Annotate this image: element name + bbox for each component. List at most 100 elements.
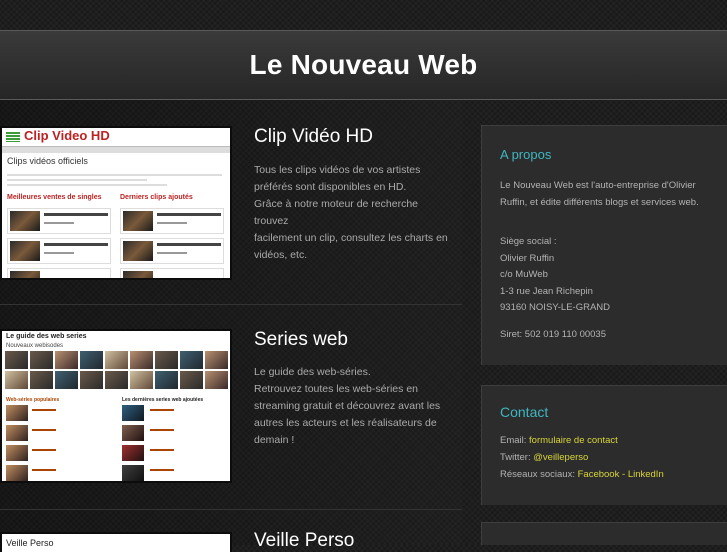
video-thumb-image (10, 241, 40, 261)
series-thumb-image (122, 465, 144, 481)
desc-line: demain ! (254, 434, 295, 446)
thumb-text-line (150, 449, 174, 451)
desc-line: autres les acteurs et les réalisateurs d… (254, 417, 437, 429)
desc-line: préférés sont disponibles en HD. (254, 181, 407, 193)
thumb-text-line (32, 409, 56, 411)
twitter-link[interactable]: @veilleperso (533, 452, 588, 463)
about-title: A propos (500, 147, 552, 162)
thumb-text-line (150, 429, 174, 431)
thumb-text-line (44, 222, 74, 224)
desc-line: Grâce à notre moteur de recherche trouve… (254, 198, 419, 227)
thumb-list-item (120, 208, 224, 234)
thumb-text-line (157, 213, 221, 216)
social-separator: - (619, 469, 628, 480)
video-thumb-image (123, 271, 153, 278)
social-label: Réseaux sociaux: (500, 469, 578, 480)
about-widget: A propos Le Nouveau Web est l'auto-entre… (481, 125, 727, 365)
thumb-col-heading: Derniers clips ajoutés (120, 194, 193, 201)
about-address: Siège social : Olivier Ruffin c/o MuWeb … (500, 234, 714, 317)
contact-title: Contact (500, 404, 549, 420)
thumb-list-item (7, 238, 111, 264)
post-title[interactable]: Clip Vidéo HD (254, 126, 373, 148)
address-line: 1-3 rue Jean Richepin (500, 285, 593, 297)
post-series-web: Le guide des web series Nouveaux webisod… (0, 305, 462, 510)
video-thumb-image (123, 241, 153, 261)
thumb-title: Le guide des web series (6, 333, 87, 340)
desc-line: facilement un clip, consultez les charts… (254, 232, 448, 244)
post-thumbnail[interactable]: Veille Perso (0, 532, 232, 552)
thumb-text-line (44, 213, 108, 216)
video-thumb-image (10, 271, 40, 278)
desc-line: Tous les clips vidéos de vos artistes (254, 164, 421, 176)
thumb-subtitle: Nouveaux webisodes (6, 343, 64, 349)
thumb-title: Veille Perso (6, 538, 54, 548)
post-veille-perso: Veille Perso Veille Perso (0, 510, 462, 552)
posts-column: Clip Video HD Clips vidéos officiels Mei… (0, 100, 462, 552)
thumb-image-grid (5, 351, 229, 389)
linkedin-link[interactable]: LinkedIn (628, 469, 664, 480)
series-thumb-image (122, 425, 144, 441)
thumb-col-heading: Meilleures ventes de singles (7, 194, 102, 201)
site-header: Le Nouveau Web (0, 30, 727, 100)
post-title[interactable]: Veille Perso (254, 530, 354, 552)
thumb-nav-bar (2, 146, 230, 153)
contact-widget: Contact Email: formulaire de contact Twi… (481, 385, 727, 505)
series-thumb-image (122, 445, 144, 461)
site-title[interactable]: Le Nouveau Web (0, 49, 727, 81)
series-thumb-image (6, 465, 28, 481)
thumb-list-item (7, 208, 111, 234)
video-thumb-image (10, 211, 40, 231)
desc-line: vidéos, etc. (254, 249, 308, 261)
series-thumb-image (122, 405, 144, 421)
about-intro: Le Nouveau Web est l'auto-entreprise d'O… (500, 180, 699, 208)
email-row: Email: formulaire de contact (500, 435, 618, 446)
thumb-text-line (7, 184, 167, 186)
contact-form-link[interactable]: formulaire de contact (529, 435, 618, 446)
video-thumb-image (123, 211, 153, 231)
desc-line: streaming gratuit et découvrez avant les (254, 400, 441, 412)
twitter-row: Twitter: @veilleperso (500, 452, 588, 463)
siret-text: Siret: 502 019 110 00035 (500, 329, 606, 340)
thumb-text-line (157, 243, 221, 246)
desc-line: Retrouvez toutes les web-séries en (254, 383, 418, 395)
series-thumb-image (6, 425, 28, 441)
thumb-header: Clip Video HD (2, 128, 230, 146)
thumb-text-line (157, 222, 187, 224)
thumb-text-line (7, 174, 222, 176)
thumb-text-line (150, 409, 174, 411)
twitter-label: Twitter: (500, 452, 534, 463)
thumb-subtitle: Clips vidéos officiels (7, 156, 88, 166)
address-line: Olivier Ruffin (500, 252, 555, 264)
thumb-list-item (120, 268, 224, 278)
post-description: Le guide des web-séries. Retrouvez toute… (254, 364, 454, 449)
thumb-text-line (44, 243, 108, 246)
thumb-text-line (150, 469, 174, 471)
thumb-text-line (32, 429, 56, 431)
address-line: Siège social : (500, 236, 557, 247)
social-row: Réseaux sociaux: Facebook - LinkedIn (500, 469, 664, 480)
thumb-text-line (7, 179, 147, 181)
logo-icon (6, 132, 20, 142)
thumb-list-item (7, 268, 111, 278)
post-clip-video-hd: Clip Video HD Clips vidéos officiels Mei… (0, 100, 462, 305)
series-thumb-image (6, 405, 28, 421)
thumb-text-line (44, 252, 74, 254)
thumb-brand: Clip Video HD (24, 128, 110, 143)
thumb-col-heading: Web-séries populaires (6, 397, 60, 403)
desc-line: Le guide des web-séries. (254, 366, 371, 378)
thumb-text-line (157, 252, 187, 254)
series-thumb-image (6, 445, 28, 461)
thumb-list-item (120, 238, 224, 264)
post-title[interactable]: Series web (254, 329, 348, 351)
post-thumbnail[interactable]: Le guide des web series Nouveaux webisod… (0, 329, 232, 483)
thumb-text-line (32, 469, 56, 471)
thumb-col-heading: Les dernières series web ajoutées (122, 397, 204, 403)
address-line: c/o MuWeb (500, 269, 548, 280)
sidebar-widget-partial (481, 522, 727, 545)
post-description: Tous les clips vidéos de vos artistes pr… (254, 162, 454, 264)
post-thumbnail[interactable]: Clip Video HD Clips vidéos officiels Mei… (0, 126, 232, 280)
address-line: 93160 NOISY-LE-GRAND (500, 302, 611, 313)
facebook-link[interactable]: Facebook (578, 469, 620, 480)
email-label: Email: (500, 435, 530, 446)
thumb-text-line (32, 449, 56, 451)
